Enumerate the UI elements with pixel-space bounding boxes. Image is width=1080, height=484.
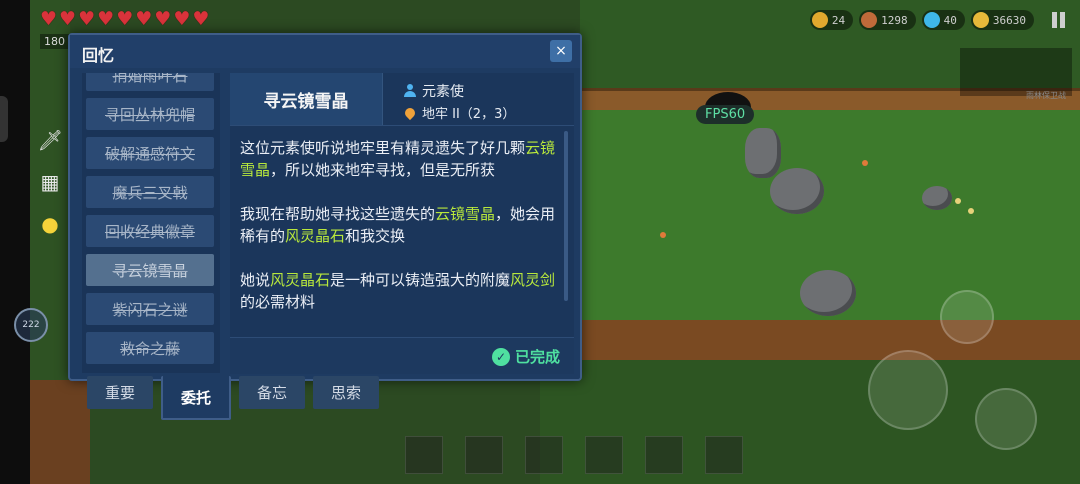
shop-icon[interactable]: ▦ [38,170,62,194]
resource-counter: 1298 [859,10,916,30]
hotbar-slot[interactable] [705,436,743,474]
npc-name: 元素使 [422,84,464,100]
hotbar [405,436,743,474]
health-hearts: ♥ ♥ ♥ ♥ ♥ ♥ ♥ ♥ ♥ [40,10,209,29]
heart-icon: ♥ [173,8,191,30]
description-scrollbar[interactable] [564,131,568,301]
quest-list-item[interactable]: 捎婚雨叶石 [86,73,214,91]
resource-counter: 24 [809,10,854,30]
description-paragraph: 我现在帮助她寻找这些遗失的云镜雪晶，她会用稀有的风灵晶石和我交换 [240,203,560,247]
location-pin-icon [402,105,418,120]
resource-value: 36630 [992,13,1026,27]
description-text: ，所以她来地牢寻找，但是无所获 [270,161,496,179]
minimap-label: 雨林保卫战 [1026,91,1066,100]
status-label: 已完成 [514,348,560,366]
tab-0[interactable]: 重要 [87,376,153,409]
heart-icon: ♥ [154,8,172,30]
screen-bezel [0,0,30,484]
description-text: 她说 [240,271,271,289]
attack-joystick[interactable] [868,350,948,430]
lightbulb-icon[interactable]: ● [38,212,62,236]
resource-counter: 36630 [970,10,1034,30]
quest-list-item[interactable]: 回收经典徽章 [86,215,214,247]
quest-list-item[interactable]: 寻云镜雪晶 [86,254,214,286]
level-label: 180 [40,34,69,49]
star-icon [811,12,828,28]
tab-1[interactable]: 委托 [161,376,231,420]
description-text: 是一种可以铸造强大的附魔 [330,271,511,289]
quest-title: 寻云镜雪晶 [230,73,383,125]
counter-badge[interactable]: 222 [14,308,48,342]
highlighted-item-name: 风灵剑 [510,271,556,289]
fps-counter: FPS60 [696,105,755,124]
feather-icon [861,12,878,28]
location-row: 地牢 II（2，3） [402,103,516,122]
quest-list-item[interactable]: 破解通感符文 [86,137,214,169]
highlighted-item-name: 风灵晶石 [285,227,346,245]
hotbar-slot[interactable] [405,436,443,474]
completed-status: ✓ 已完成 [491,346,560,367]
gem-icon [923,12,940,28]
resource-bar: 24 1298 40 36630 [809,10,1034,30]
description-text: 和我交换 [345,227,406,245]
quest-list-item[interactable]: 魔兵三叉戟 [86,176,214,208]
quest-list-item[interactable]: 寻回丛林兜帽 [86,98,214,130]
heart-icon: ♥ [40,8,58,30]
hotbar-slot[interactable] [525,436,563,474]
sword-icon[interactable]: 🗡 [37,128,62,152]
heart-icon: ♥ [59,8,77,30]
quest-list[interactable]: 捎婚雨叶石寻回丛林兜帽 破解通感符文 魔兵三叉戟回收经典徽章 寻云镜雪晶紫闪石之谜救命… [82,73,220,373]
description-text: 我现在帮助她寻找这些遗失的 [240,205,436,223]
dialog-title: 回忆 [82,46,115,65]
description-text: 的必需材料 [240,293,316,311]
skill-button[interactable] [940,290,994,344]
memory-tabs: 重要 委托 备忘 思索 [87,376,379,420]
pause-button[interactable] [1048,10,1068,30]
check-icon: ✓ [491,347,510,366]
dialog-header: 回忆 × [70,35,580,68]
heart-icon: ♥ [78,8,96,30]
heart-icon: ♥ [135,8,153,30]
quest-list-item[interactable]: 救命之藤 [86,332,214,364]
description-paragraph: 她说风灵晶石是一种可以铸造强大的附魔风灵剑的必需材料 [240,269,560,313]
hotbar-slot[interactable] [645,436,683,474]
highlighted-item-name: 风灵晶石 [270,271,331,289]
description-paragraph: 这位元素使听说地牢里有精灵遗失了好几颗云镜雪晶，所以她来地牢寻找，但是无所获 [240,137,560,181]
memory-dialog: 回忆 × 捎婚雨叶石 寻回丛林兜帽 破解通感符文 魔兵三叉戟 回收经典徽章 寻云镜雪晶 紫闪… [68,33,755,381]
close-button[interactable]: × [550,40,572,62]
phone-notch [0,96,8,142]
resource-counter: 40 [921,10,965,30]
npc-row: 元素使 [404,81,464,101]
heart-icon: ♥ [97,8,115,30]
quest-list-item[interactable]: 紫闪石之谜 [86,293,214,325]
location-text: 地牢 II（2，3） [422,107,516,122]
tab-2[interactable]: 备忘 [239,376,305,409]
highlighted-item-name: 云镜雪晶 [435,205,496,223]
description-text: 这位元素使听说地牢里有精灵遗失了好几颗 [240,139,526,157]
hotbar-slot[interactable] [465,436,503,474]
quest-detail-header: 寻云镜雪晶 元素使 地牢 II（2，3） [230,73,574,126]
quest-status-bar: ✓ 已完成 [230,337,574,374]
resource-value: 24 [831,13,846,27]
resource-value: 1298 [881,13,908,27]
side-icon-bar: 🗡 ▦ ● [37,128,62,236]
minimap[interactable] [960,48,1072,96]
resource-value: 40 [943,13,957,27]
dodge-button[interactable] [975,388,1037,450]
quest-description[interactable]: 这位元素使听说地牢里有精灵遗失了好几颗云镜雪晶，所以她来地牢寻找，但是无所获 我现… [240,137,560,331]
quest-detail-panel: 寻云镜雪晶 元素使 地牢 II（2，3） FPS60 这位元素使听说地牢里有精灵… [230,73,755,374]
tab-3[interactable]: 思索 [313,376,379,409]
heart-icon: ♥ [192,8,210,30]
coin-icon [972,12,989,28]
user-icon [404,84,416,98]
hotbar-slot[interactable] [585,436,623,474]
heart-icon: ♥ [116,8,134,30]
